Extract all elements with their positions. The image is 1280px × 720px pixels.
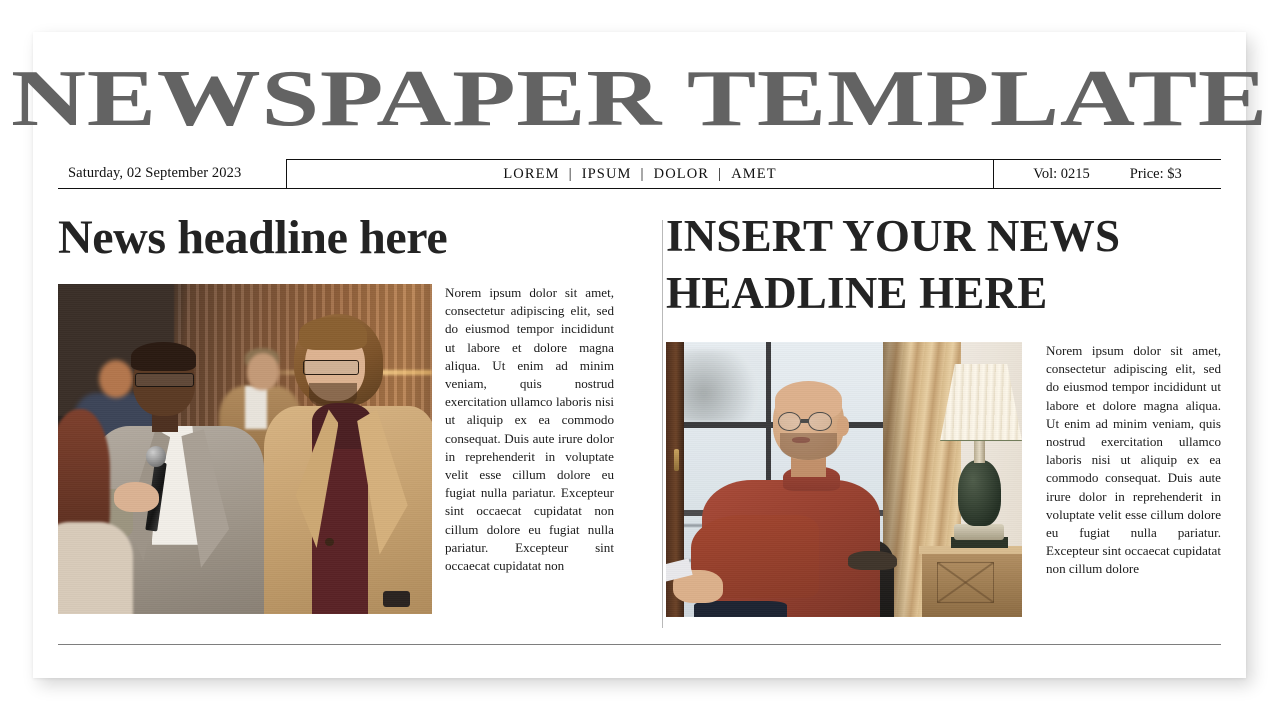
seated-man-photo [666, 342, 1022, 617]
interview-photo [58, 284, 432, 614]
publication-date-cell: Saturday, 02 September 2023 [58, 159, 286, 189]
nav-item-amet[interactable]: AMET [722, 166, 785, 183]
masthead: NEWSPAPER TEMPLATE [11, 56, 1267, 142]
screenshot-canvas: NEWSPAPER TEMPLATE Saturday, 02 Septembe… [0, 0, 1280, 720]
section-nav: LOREM | IPSUM | DOLOR | AMET [286, 159, 993, 189]
right-article-body-block: Norem ipsum dolor sit amet, consectetur … [666, 342, 1221, 617]
footer-rule [58, 644, 1221, 645]
article-left: News headline here Norem ipsum dolor sit… [58, 202, 638, 626]
volume-label: Vol: 0215 [1033, 165, 1090, 182]
volume-price-cell: Vol: 0215 Price: $3 [993, 159, 1221, 189]
nav-item-dolor[interactable]: DOLOR [645, 166, 718, 183]
left-article-headline: News headline here [58, 211, 448, 264]
masthead-info-bar: Saturday, 02 September 2023 LOREM | IPSU… [58, 159, 1221, 189]
right-article-headline: Insert your news headline here [666, 211, 1121, 318]
article-right: Insert your news headline here [638, 202, 1221, 626]
right-article-text: Norem ipsum dolor sit amet, consectetur … [1046, 343, 1221, 577]
publication-date: Saturday, 02 September 2023 [68, 165, 242, 181]
newspaper-page: NEWSPAPER TEMPLATE Saturday, 02 Septembe… [11, 32, 1267, 678]
left-article-body-block: Norem ipsum dolor sit amet, consectetur … [58, 284, 614, 614]
nav-item-lorem[interactable]: LOREM [494, 166, 568, 183]
masthead-title: NEWSPAPER TEMPLATE [11, 55, 1268, 143]
articles-container: News headline here Norem ipsum dolor sit… [58, 202, 1221, 628]
price-label: Price: $3 [1129, 165, 1182, 182]
nav-item-ipsum[interactable]: IPSUM [573, 166, 641, 183]
page-content-area: NEWSPAPER TEMPLATE Saturday, 02 Septembe… [11, 56, 1267, 656]
left-article-text: Norem ipsum dolor sit amet, consectetur … [445, 285, 614, 574]
